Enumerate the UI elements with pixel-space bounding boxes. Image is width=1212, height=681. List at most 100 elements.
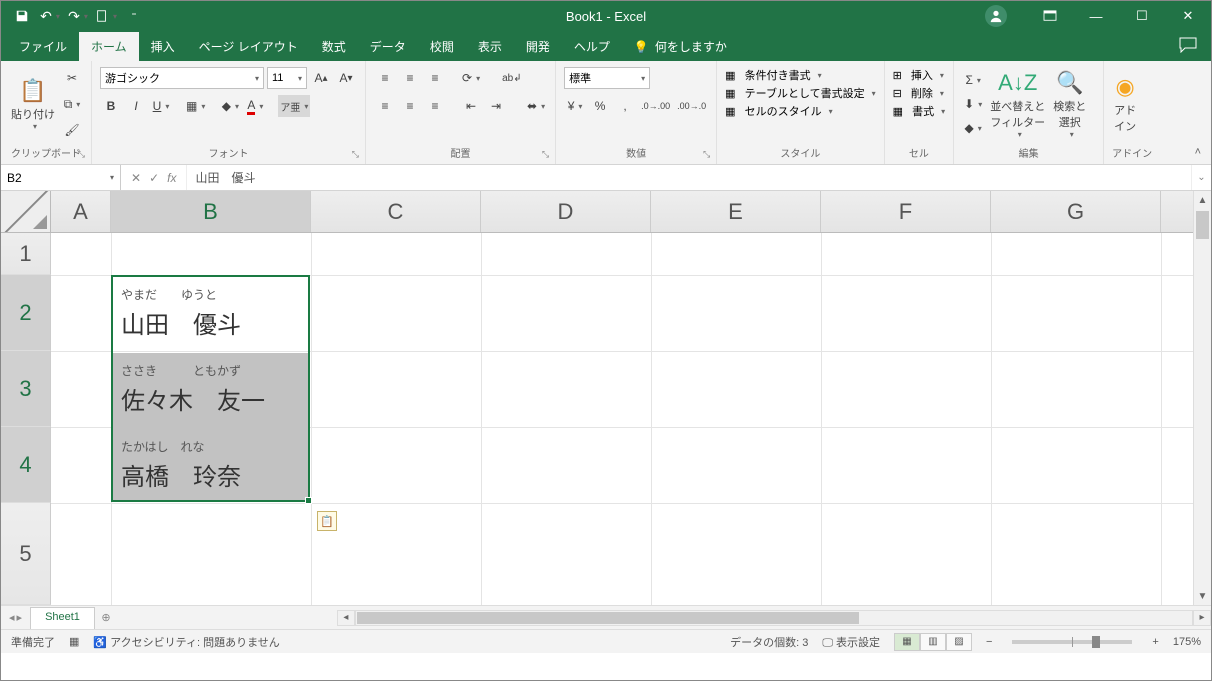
font-launcher[interactable]: ⤡ bbox=[352, 149, 359, 160]
cell-B4[interactable]: たかはし れな高橋 玲奈 bbox=[111, 427, 311, 503]
col-header-C[interactable]: C bbox=[311, 191, 481, 232]
new-file-button[interactable]: ▾ bbox=[93, 3, 119, 29]
row-header-4[interactable]: 4 bbox=[1, 427, 51, 503]
insert-cells-button[interactable]: ⊞ 挿入▾ bbox=[893, 67, 944, 83]
orientation-button[interactable]: ⟳▾ bbox=[460, 67, 482, 89]
align-bottom-button[interactable]: ≡ bbox=[424, 67, 446, 89]
page-break-view-button[interactable]: ▨ bbox=[946, 633, 972, 651]
tab-file[interactable]: ファイル bbox=[7, 32, 79, 61]
bold-button[interactable]: B bbox=[100, 95, 122, 117]
decrease-font-button[interactable]: A▾ bbox=[335, 67, 357, 89]
zoom-in-button[interactable]: + bbox=[1152, 636, 1158, 648]
addins-button[interactable]: ◉ アド イン bbox=[1112, 70, 1138, 138]
add-sheet-button[interactable]: ⊕ bbox=[95, 606, 117, 629]
close-button[interactable]: ✕ bbox=[1165, 1, 1211, 31]
find-select-button[interactable]: 🔍 検索と 選択▾ bbox=[1051, 66, 1088, 143]
align-left-button[interactable]: ≡ bbox=[374, 95, 396, 117]
cells-area[interactable]: やまだ ゆうと山田 優斗ささき ともかず佐々木 友一たかはし れな高橋 玲奈📋 bbox=[51, 233, 1193, 605]
fill-color-button[interactable]: ◆▾ bbox=[219, 95, 241, 117]
tab-help[interactable]: ヘルプ bbox=[562, 32, 622, 61]
hscroll-thumb[interactable] bbox=[357, 612, 859, 624]
sort-filter-button[interactable]: A↓Z 並べ替えと フィルター▾ bbox=[988, 66, 1047, 143]
tab-page-layout[interactable]: ページ レイアウト bbox=[187, 32, 310, 61]
tab-review[interactable]: 校閲 bbox=[418, 32, 466, 61]
normal-view-button[interactable]: ▦ bbox=[894, 633, 920, 651]
decrease-indent-button[interactable]: ⇤ bbox=[460, 95, 482, 117]
page-layout-view-button[interactable]: ▥ bbox=[920, 633, 946, 651]
align-right-button[interactable]: ≡ bbox=[424, 95, 446, 117]
scroll-down-arrow[interactable]: ▼ bbox=[1194, 587, 1211, 605]
alignment-launcher[interactable]: ⤡ bbox=[542, 149, 549, 160]
cut-button[interactable]: ✂ bbox=[61, 67, 83, 89]
cancel-formula-icon[interactable]: ✕ bbox=[131, 171, 141, 185]
tell-me-search[interactable]: 💡 何をしますか bbox=[622, 32, 739, 61]
undo-button[interactable]: ↶▾ bbox=[37, 3, 63, 29]
align-center-button[interactable]: ≡ bbox=[399, 95, 421, 117]
cell-B3[interactable]: ささき ともかず佐々木 友一 bbox=[111, 351, 311, 427]
sheet-tab-1[interactable]: Sheet1 bbox=[30, 607, 95, 629]
border-button[interactable]: ▦▾ bbox=[184, 95, 207, 117]
tab-home[interactable]: ホーム bbox=[79, 32, 139, 61]
font-name-select[interactable]: 游ゴシック▾ bbox=[100, 67, 264, 89]
minimize-button[interactable]: — bbox=[1073, 1, 1119, 31]
tab-insert[interactable]: 挿入 bbox=[139, 32, 187, 61]
delete-cells-button[interactable]: ⊟ 削除▾ bbox=[893, 85, 944, 101]
zoom-thumb[interactable] bbox=[1092, 636, 1100, 648]
col-header-E[interactable]: E bbox=[651, 191, 821, 232]
fill-button[interactable]: ⬇▾ bbox=[962, 93, 984, 115]
italic-button[interactable]: I bbox=[125, 95, 147, 117]
increase-font-button[interactable]: A▴ bbox=[310, 67, 332, 89]
vscroll-thumb[interactable] bbox=[1196, 211, 1209, 239]
align-top-button[interactable]: ≡ bbox=[374, 67, 396, 89]
number-format-select[interactable]: 標準▾ bbox=[564, 67, 650, 89]
col-header-F[interactable]: F bbox=[821, 191, 991, 232]
macro-record-icon[interactable]: ▦ bbox=[69, 635, 79, 648]
percent-button[interactable]: % bbox=[589, 95, 611, 117]
align-middle-button[interactable]: ≡ bbox=[399, 67, 421, 89]
col-header-D[interactable]: D bbox=[481, 191, 651, 232]
row-header-5[interactable]: 5 bbox=[1, 503, 51, 605]
expand-formula-bar[interactable]: ⌄ bbox=[1191, 165, 1211, 190]
autosum-button[interactable]: Σ▾ bbox=[962, 69, 984, 91]
merge-button[interactable]: ⬌▾ bbox=[525, 95, 547, 117]
enter-formula-icon[interactable]: ✓ bbox=[149, 171, 159, 185]
zoom-slider[interactable] bbox=[1012, 640, 1132, 644]
clear-button[interactable]: ◆▾ bbox=[962, 117, 984, 139]
format-cells-button[interactable]: ▦ 書式▾ bbox=[893, 103, 945, 119]
display-settings-button[interactable]: 🖵 表示設定 bbox=[822, 634, 880, 650]
col-header-A[interactable]: A bbox=[51, 191, 111, 232]
row-header-1[interactable]: 1 bbox=[1, 233, 51, 275]
font-color-button[interactable]: A▾ bbox=[244, 95, 266, 117]
cell-styles-button[interactable]: ▦ セルのスタイル▾ bbox=[725, 103, 832, 119]
format-as-table-button[interactable]: ▦ テーブルとして書式設定▾ bbox=[725, 85, 876, 101]
tab-view[interactable]: 表示 bbox=[466, 32, 514, 61]
number-launcher[interactable]: ⤡ bbox=[703, 149, 710, 160]
font-size-select[interactable]: 11▾ bbox=[267, 67, 307, 89]
hscroll-right[interactable]: ▸ bbox=[1193, 610, 1211, 626]
accessibility-status[interactable]: ♿ アクセシビリティ: 問題ありません bbox=[93, 634, 279, 650]
scroll-up-arrow[interactable]: ▲ bbox=[1194, 191, 1211, 209]
formula-input[interactable]: 山田 優斗 bbox=[187, 165, 1191, 190]
comma-button[interactable]: , bbox=[614, 95, 636, 117]
tab-data[interactable]: データ bbox=[358, 32, 418, 61]
redo-button[interactable]: ↷▾ bbox=[65, 3, 91, 29]
zoom-out-button[interactable]: − bbox=[986, 636, 992, 648]
qat-customize[interactable]: ⁼ bbox=[121, 3, 147, 29]
ribbon-display-options[interactable] bbox=[1027, 1, 1073, 31]
phonetic-button[interactable]: ア亜▾ bbox=[278, 95, 310, 117]
horizontal-scrollbar[interactable] bbox=[355, 610, 1193, 626]
zoom-level[interactable]: 175% bbox=[1173, 636, 1201, 648]
row-header-2[interactable]: 2 bbox=[1, 275, 51, 351]
fx-icon[interactable]: fx bbox=[167, 171, 176, 185]
paste-options-button[interactable]: 📋 bbox=[317, 511, 337, 531]
col-header-G[interactable]: G bbox=[991, 191, 1161, 232]
select-all-corner[interactable] bbox=[1, 191, 51, 232]
save-button[interactable] bbox=[9, 3, 35, 29]
paste-button[interactable]: 📋 貼り付け ▾ bbox=[9, 74, 57, 135]
wrap-text-button[interactable]: ab↲ bbox=[500, 67, 524, 89]
row-header-3[interactable]: 3 bbox=[1, 351, 51, 427]
decrease-decimal-button[interactable]: .00→.0 bbox=[675, 95, 708, 117]
underline-button[interactable]: U▾ bbox=[150, 95, 172, 117]
conditional-formatting-button[interactable]: ▦ 条件付き書式▾ bbox=[725, 67, 821, 83]
increase-decimal-button[interactable]: .0→.00 bbox=[639, 95, 672, 117]
